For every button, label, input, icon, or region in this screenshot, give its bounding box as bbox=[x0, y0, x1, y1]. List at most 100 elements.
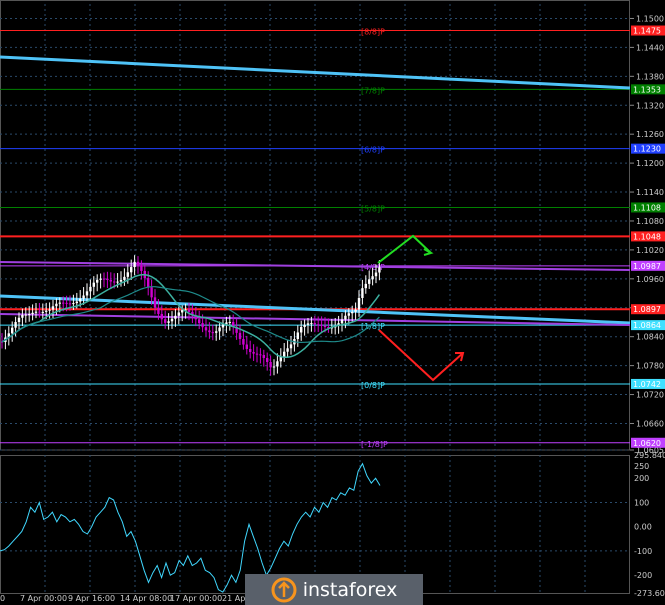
price-tag-label: 1.1353 bbox=[633, 85, 661, 94]
candle-body bbox=[238, 332, 242, 339]
candle-body bbox=[378, 267, 381, 273]
candle-body bbox=[72, 303, 75, 305]
candle-body bbox=[249, 348, 252, 352]
forecast-arrowhead-up bbox=[423, 248, 434, 256]
candle-body bbox=[89, 286, 92, 292]
candle-body bbox=[259, 354, 262, 356]
candle-body bbox=[133, 261, 136, 268]
moving-average-fast bbox=[1, 274, 381, 359]
murrey-level-label: [0/8]P bbox=[361, 381, 385, 390]
candle-body bbox=[24, 314, 27, 316]
candle-body bbox=[317, 324, 320, 326]
price-tag-label: 1.0987 bbox=[633, 262, 661, 271]
candle-body bbox=[269, 361, 272, 368]
candle-body bbox=[313, 323, 316, 325]
candle-body bbox=[48, 309, 51, 311]
candle-body bbox=[51, 306, 55, 310]
murrey-level-label: [7/8]P bbox=[361, 86, 385, 95]
candle-body bbox=[347, 313, 350, 316]
instaforex-brand-text: instaforex bbox=[302, 578, 398, 601]
candle-body bbox=[198, 319, 201, 324]
candle-body bbox=[79, 298, 82, 302]
candle-body bbox=[283, 351, 286, 357]
candle-body bbox=[31, 312, 34, 315]
cci-tick-label: -273.604 bbox=[634, 589, 665, 598]
candle-body bbox=[371, 276, 374, 280]
candle-body bbox=[123, 276, 126, 280]
candle-body bbox=[306, 323, 310, 325]
candle-body bbox=[147, 278, 150, 288]
candle-body bbox=[55, 303, 58, 307]
candle-body bbox=[181, 310, 184, 313]
cci-tick-label: 250 bbox=[634, 462, 649, 471]
cci-tick-label: 0.00 bbox=[634, 523, 652, 532]
instaforex-watermark: instaforex bbox=[245, 574, 423, 605]
candle-body bbox=[286, 348, 289, 352]
y-tick-label: 1.1140 bbox=[636, 188, 664, 197]
candle-body bbox=[252, 351, 255, 354]
price-tag-label: 1.1475 bbox=[633, 27, 661, 36]
candle-body bbox=[174, 315, 177, 319]
candle-body bbox=[340, 319, 344, 324]
candle-body bbox=[119, 279, 123, 282]
murrey-level-label: [8/8]P bbox=[361, 28, 385, 37]
candle-body bbox=[34, 311, 38, 313]
x-tick-label: 0 bbox=[0, 594, 5, 603]
price-tag-label: 1.0620 bbox=[633, 439, 661, 448]
murrey-level-label: [-1/8]P bbox=[361, 440, 388, 449]
candle-body bbox=[102, 278, 106, 280]
candle-body bbox=[126, 272, 129, 277]
cci-tick-label: -100 bbox=[634, 547, 652, 556]
candle-body bbox=[75, 301, 78, 304]
candle-body bbox=[11, 327, 14, 334]
candle-body bbox=[140, 265, 143, 271]
candle-body bbox=[130, 267, 133, 273]
candle-body bbox=[351, 311, 354, 314]
candle-body bbox=[157, 307, 160, 314]
y-tick-label: 1.0720 bbox=[636, 391, 664, 400]
candle-body bbox=[106, 278, 109, 280]
candle-body bbox=[272, 366, 276, 368]
candle-body bbox=[109, 279, 112, 282]
candle-body bbox=[187, 309, 191, 312]
cci-line bbox=[0, 462, 381, 593]
candle-body bbox=[255, 353, 259, 355]
y-tick-label: 1.0840 bbox=[636, 333, 664, 342]
candle-body bbox=[276, 361, 279, 367]
candle-body bbox=[215, 331, 218, 333]
candle-body bbox=[368, 279, 371, 284]
candle-body bbox=[177, 312, 180, 316]
y-tick-label: 1.1380 bbox=[636, 72, 664, 81]
candle-body bbox=[21, 314, 24, 318]
price-tag-label: 1.1230 bbox=[633, 145, 661, 154]
y-tick-label: 1.0960 bbox=[636, 275, 664, 284]
candle-body bbox=[218, 327, 221, 332]
price-chart: 1.1500 1.1440 1.1380 1.1320 1.1260 1.1200 1.11… bbox=[0, 0, 665, 603]
candle-body bbox=[221, 324, 225, 328]
candle-body bbox=[164, 319, 167, 323]
candle-body bbox=[208, 330, 211, 333]
candle-body bbox=[96, 279, 99, 283]
cci-tick-label: 295.8402 bbox=[634, 451, 665, 460]
y-tick-label: 1.1500 bbox=[636, 14, 664, 23]
candle-body bbox=[62, 302, 65, 304]
candle-body bbox=[296, 332, 299, 340]
candle-body bbox=[323, 325, 327, 327]
trend-line-upper bbox=[0, 55, 631, 90]
price-tag-label: 1.1108 bbox=[633, 203, 661, 212]
candle-body bbox=[28, 314, 31, 316]
candle-body bbox=[58, 302, 61, 304]
y-tick-label: 1.0660 bbox=[636, 419, 664, 428]
candle-body bbox=[68, 303, 72, 305]
candle-body bbox=[310, 323, 313, 325]
candle-body bbox=[245, 344, 248, 349]
cci-tick-label: 200 bbox=[634, 474, 649, 483]
candle-body bbox=[167, 321, 170, 323]
candle-body bbox=[82, 295, 85, 299]
candle-body bbox=[266, 357, 269, 362]
candle-body bbox=[344, 315, 347, 320]
y-tick-label: 1.1080 bbox=[636, 217, 664, 226]
candle-body bbox=[38, 311, 41, 313]
y-tick-label: 1.0780 bbox=[636, 362, 664, 371]
y-tick-label: 1.1440 bbox=[636, 43, 664, 52]
